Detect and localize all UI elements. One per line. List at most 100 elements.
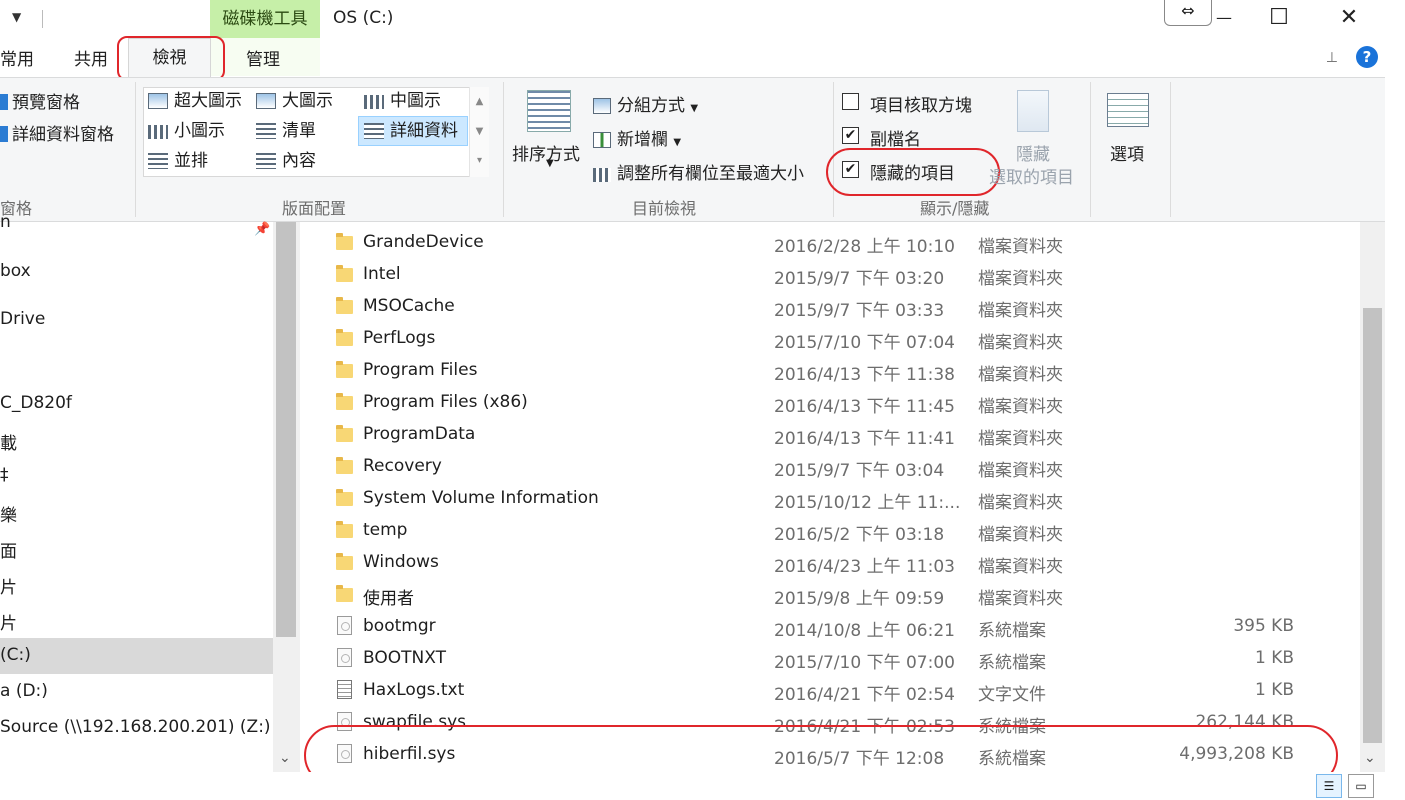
nav-item[interactable]: ‡ (0, 465, 9, 485)
file-row[interactable]: System Volume Information 2015/10/12 上午 1… (330, 482, 1360, 514)
minimize-button[interactable]: — (1196, 0, 1252, 36)
nav-item[interactable]: 面 (0, 537, 17, 562)
preview-pane-button[interactable]: 預覽窗格 (0, 88, 80, 113)
file-name: 使用者 (363, 589, 414, 609)
file-name: temp (363, 520, 408, 540)
scroll-up-icon[interactable]: ▲ (470, 87, 489, 117)
content-icon (256, 153, 276, 169)
file-type: 檔案資料夾 (978, 365, 1063, 385)
file-date: 2016/4/13 下午 11:41 (774, 429, 955, 449)
add-columns-button[interactable]: 新增欄 ▼ (593, 125, 681, 150)
expand-gallery-icon[interactable]: ▾ (470, 147, 489, 175)
layout-tiles[interactable]: 並排 (148, 147, 208, 175)
scroll-down-icon[interactable]: ▼ (470, 117, 489, 147)
nav-item[interactable]: 片 (0, 609, 17, 634)
file-name: Windows (363, 552, 439, 572)
maximize-button[interactable]: ☐ (1251, 0, 1307, 36)
file-date: 2015/9/7 下午 03:04 (774, 461, 945, 481)
layout-large-icons[interactable]: 大圖示 (256, 87, 333, 115)
tab-share[interactable]: 共用 (74, 45, 108, 70)
details-pane-label: 詳細資料窗格 (12, 125, 114, 145)
pin-icon: 📌 (254, 222, 271, 237)
nav-item[interactable]: C_D820f (0, 393, 72, 413)
file-row[interactable]: Recovery 2015/9/7 下午 03:04 檔案資料夾 (330, 450, 1360, 482)
scroll-down-icon[interactable]: ⌄ (1364, 750, 1376, 766)
nav-item[interactable]: Drive (0, 309, 45, 329)
file-row[interactable]: Program Files 2016/4/13 下午 11:38 檔案資料夾 (330, 354, 1360, 386)
chevron-down-icon: ▼ (673, 137, 682, 148)
file-row[interactable]: bootmgr 2014/10/8 上午 06:21 系統檔案 395 KB (330, 610, 1360, 642)
file-name: MSOCache (363, 296, 455, 316)
nav-item[interactable]: box (0, 261, 31, 281)
folder-icon (336, 521, 353, 538)
quick-access-dropdown-icon[interactable]: ▼ (12, 10, 21, 24)
window-title: OS (C:) (333, 8, 394, 28)
details-view-button[interactable]: ☰ (1316, 774, 1342, 798)
layout-details[interactable]: 詳細資料 (364, 117, 458, 145)
file-row[interactable]: temp 2016/5/2 下午 03:18 檔案資料夾 (330, 514, 1360, 546)
file-list-scroll-thumb[interactable] (1363, 308, 1382, 743)
file-row[interactable]: PerfLogs 2015/7/10 下午 07:04 檔案資料夾 (330, 322, 1360, 354)
item-check-boxes-checkbox[interactable] (842, 93, 859, 110)
nav-scroll-thumb[interactable] (276, 222, 296, 637)
file-row[interactable]: Intel 2015/9/7 下午 03:20 檔案資料夾 (330, 258, 1360, 290)
file-row[interactable]: Program Files (x86) 2016/4/13 下午 11:45 檔案資… (330, 386, 1360, 418)
nav-item-d-drive[interactable]: a (D:) (0, 681, 48, 701)
file-date: 2014/10/8 上午 06:21 (774, 621, 955, 641)
file-row[interactable]: HaxLogs.txt 2016/4/21 下午 02:54 文字文件 1 KB (330, 674, 1360, 706)
layout-gallery-scroll[interactable]: ▲ ▼ ▾ (469, 87, 489, 177)
options-button[interactable]: 選項 (1110, 140, 1144, 165)
file-row[interactable]: GrandeDevice 2016/2/28 上午 10:10 檔案資料夾 (330, 226, 1360, 258)
folder-icon (336, 393, 353, 410)
layout-small-icons[interactable]: 小圖示 (148, 117, 225, 145)
size-all-columns-button[interactable]: 調整所有欄位至最適大小 (593, 159, 804, 184)
group-by-label: 分組方式 (617, 96, 685, 116)
file-row[interactable]: MSOCache 2015/9/7 下午 03:33 檔案資料夾 (330, 290, 1360, 322)
small-icons-icon (148, 125, 168, 139)
file-date: 2015/10/12 上午 11:... (774, 493, 961, 513)
file-name: BOOTNXT (363, 648, 446, 668)
file-row[interactable]: Windows 2016/4/23 上午 11:03 檔案資料夾 (330, 546, 1360, 578)
layout-content[interactable]: 內容 (256, 147, 316, 175)
file-date: 2016/4/13 下午 11:45 (774, 397, 955, 417)
nav-item[interactable]: 載 (0, 429, 17, 454)
file-row[interactable]: BOOTNXT 2015/7/10 下午 07:00 系統檔案 1 KB (330, 642, 1360, 674)
nav-item[interactable]: n (0, 212, 11, 232)
file-row[interactable]: 使用者 2015/9/8 上午 09:59 檔案資料夾 (330, 578, 1360, 610)
group-by-icon (593, 98, 611, 114)
file-type: 檔案資料夾 (978, 397, 1063, 417)
layout-label: 並排 (174, 151, 208, 171)
large-icons-view-button[interactable]: ▭ (1348, 774, 1374, 798)
tab-manage[interactable]: 管理 (246, 45, 280, 70)
scroll-down-icon[interactable]: ⌄ (279, 750, 291, 766)
close-button[interactable]: ✕ (1321, 0, 1377, 36)
nav-item-c-drive[interactable]: (C:) (0, 645, 31, 665)
file-date: 2016/4/21 下午 02:54 (774, 685, 955, 705)
nav-item[interactable]: 片 (0, 573, 17, 598)
file-row[interactable]: ProgramData 2016/4/13 下午 11:41 檔案資料夾 (330, 418, 1360, 450)
file-date: 2015/9/8 上午 09:59 (774, 589, 945, 609)
file-date: 2015/9/7 下午 03:20 (774, 269, 945, 289)
help-icon[interactable]: ? (1356, 46, 1378, 68)
details-pane-button[interactable]: 詳細資料窗格 (0, 120, 114, 145)
file-name: System Volume Information (363, 488, 599, 508)
layout-extra-large-icons[interactable]: 超大圖示 (148, 87, 242, 115)
hide-selected-label-2: 選取的項目 (989, 168, 1074, 188)
nav-item[interactable]: 樂 (0, 501, 17, 526)
file-name-extensions-checkbox[interactable]: ✔ (842, 127, 859, 144)
file-type: 檔案資料夾 (978, 557, 1063, 577)
layout-list[interactable]: 清單 (256, 117, 316, 145)
size-columns-icon (593, 168, 611, 182)
tab-home[interactable]: 常用 (0, 45, 34, 70)
file-name: bootmgr (363, 616, 436, 636)
pin-icon[interactable]: ⊣ (1323, 51, 1339, 63)
group-by-button[interactable]: 分組方式 ▼ (593, 91, 698, 116)
nav-item-z-drive[interactable]: Source (\\192.168.200.201) (Z:) (0, 717, 271, 737)
list-icon (256, 123, 276, 139)
file-type: 檔案資料夾 (978, 269, 1063, 289)
layout-medium-icons[interactable]: 中圖示 (364, 87, 441, 115)
file-name: Intel (363, 264, 401, 284)
folder-icon (336, 233, 353, 250)
highlight-view-tab (117, 36, 225, 81)
folder-icon (336, 425, 353, 442)
